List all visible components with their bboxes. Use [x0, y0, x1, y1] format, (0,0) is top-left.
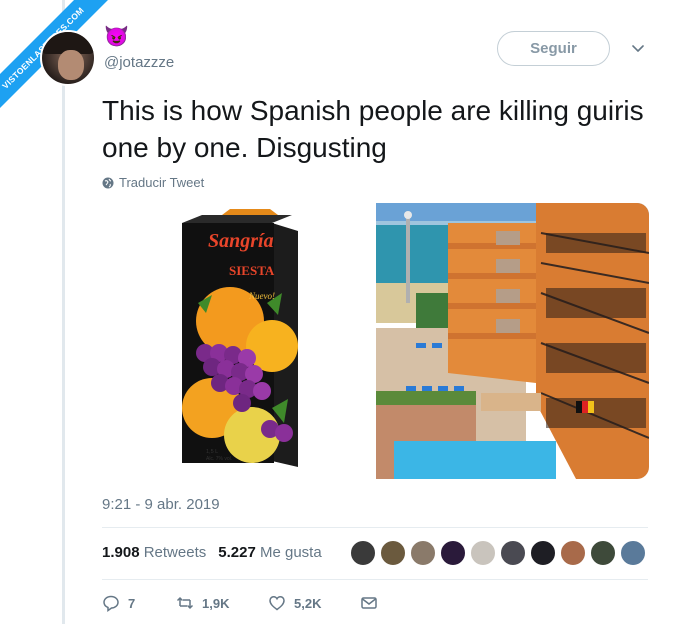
- liker-avatar[interactable]: [470, 540, 496, 566]
- thread-line: [62, 0, 65, 624]
- retweets-stat[interactable]: 1.908 Retweets: [102, 544, 206, 561]
- divider-top: [102, 527, 648, 528]
- tweet-timestamp[interactable]: 9:21 - 9 abr. 2019: [102, 496, 220, 513]
- sangria-carton-illustration: Sangría SIESTA Nuevo! 1,5 L Alc. 7% vol.: [182, 209, 298, 467]
- tweet-text: This is how Spanish people are killing g…: [102, 95, 644, 163]
- liker-avatar[interactable]: [380, 540, 406, 566]
- tweet-stats: 1.908 Retweets 5.227 Me gusta: [102, 544, 322, 561]
- liker-avatar[interactable]: [350, 540, 376, 566]
- avatar-face: [58, 50, 84, 80]
- globe-icon: [102, 177, 114, 188]
- tweet-image-hotel-pool[interactable]: [376, 203, 649, 479]
- direct-message-button[interactable]: [360, 594, 378, 612]
- likers-avatars: [350, 540, 646, 566]
- envelope-icon: [361, 597, 377, 609]
- reply-count: 7: [128, 595, 136, 611]
- tweet-actions: 7 1,9K 5,2K: [102, 594, 378, 612]
- liker-avatar[interactable]: [530, 540, 556, 566]
- liker-avatar[interactable]: [620, 540, 646, 566]
- follow-button[interactable]: Seguir: [497, 31, 610, 66]
- retweet-count: 1,9K: [202, 595, 230, 611]
- divider-bottom: [102, 579, 648, 580]
- carton-volume: 1,5 L: [206, 449, 218, 455]
- author-display-name[interactable]: 😈: [104, 26, 129, 48]
- avatar[interactable]: [40, 30, 96, 86]
- carton-sub: SIESTA: [229, 263, 275, 278]
- liker-avatar[interactable]: [440, 540, 466, 566]
- retweets-label: Retweets: [143, 544, 207, 561]
- chevron-down-icon[interactable]: [630, 40, 646, 56]
- like-button[interactable]: 5,2K: [268, 594, 360, 612]
- translate-label: Traducir Tweet: [119, 175, 205, 190]
- carton-brand: Sangría: [208, 230, 274, 252]
- likes-stat[interactable]: 5.227 Me gusta: [218, 544, 321, 561]
- reply-button[interactable]: 7: [102, 594, 176, 612]
- liker-avatar[interactable]: [500, 540, 526, 566]
- liker-avatar[interactable]: [560, 540, 586, 566]
- tweet-image-sangria-carton[interactable]: Sangría SIESTA Nuevo! 1,5 L Alc. 7% vol.: [102, 203, 371, 479]
- like-count: 5,2K: [294, 595, 322, 611]
- carton-alc: Alc. 7% vol.: [206, 456, 232, 462]
- translate-tweet-link[interactable]: Traducir Tweet: [102, 175, 204, 190]
- hotel-photo-illustration: [376, 203, 649, 479]
- retweets-count: 1.908: [102, 544, 140, 561]
- likes-count: 5.227: [218, 544, 256, 561]
- liker-avatar[interactable]: [590, 540, 616, 566]
- retweet-icon: [176, 596, 194, 610]
- retweet-button[interactable]: 1,9K: [176, 594, 268, 612]
- author-handle[interactable]: @jotazzze: [104, 54, 174, 71]
- carton-nuevo: Nuevo!: [248, 291, 275, 301]
- heart-icon: [269, 596, 285, 611]
- liker-avatar[interactable]: [410, 540, 436, 566]
- likes-label: Me gusta: [259, 544, 322, 561]
- reply-icon: [103, 595, 119, 612]
